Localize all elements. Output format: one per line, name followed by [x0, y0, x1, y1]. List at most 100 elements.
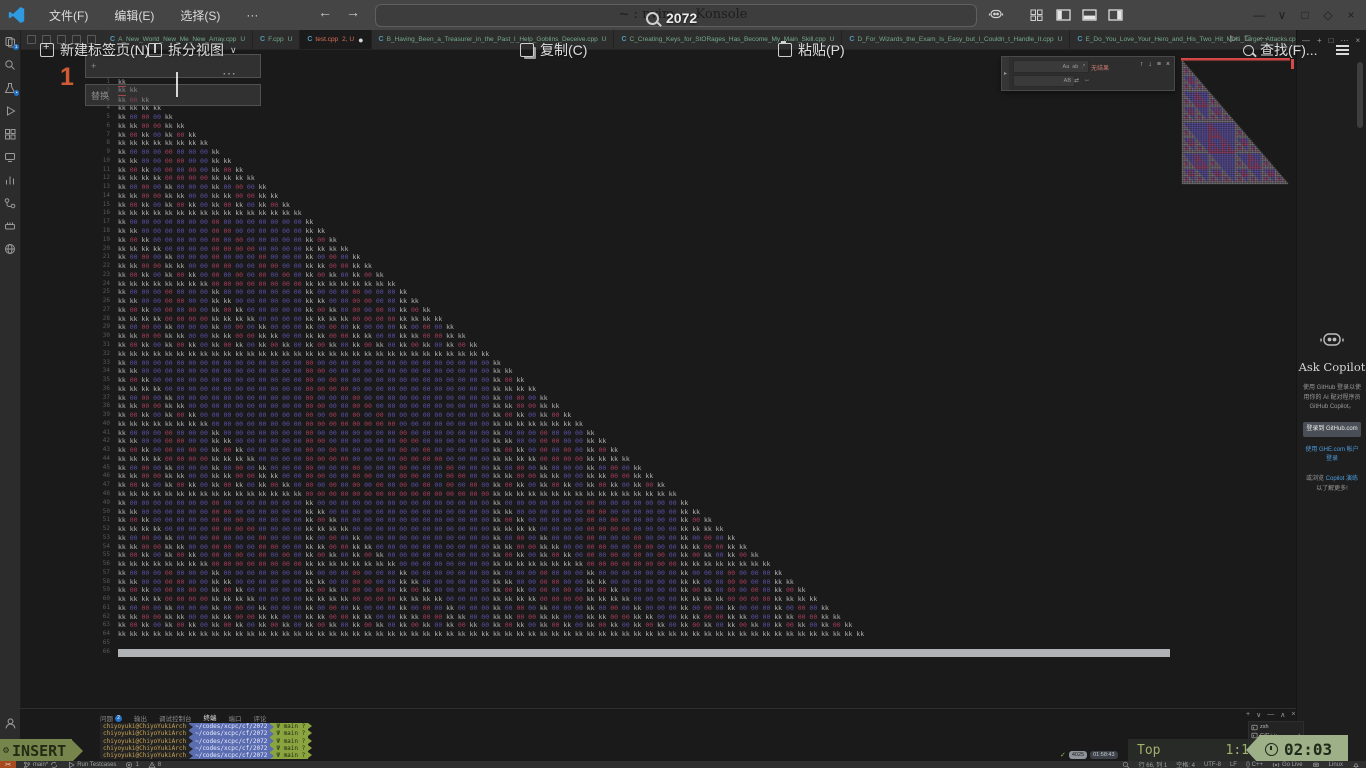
toolbar-icon[interactable] [27, 35, 36, 44]
statusbar-item-8[interactable]: 8 [148, 761, 161, 768]
regex-icon[interactable]: .* [1081, 64, 1085, 70]
minimize-button[interactable]: — [1252, 8, 1266, 22]
activity-chart-icon[interactable] [0, 168, 20, 191]
konsole-find-button[interactable]: 查找(F)... [1243, 40, 1318, 60]
activity-graph-icon[interactable] [0, 191, 20, 214]
statusbar-item[interactable] [1122, 761, 1130, 768]
konsole-copy-button[interactable]: 复制(C) [520, 40, 587, 60]
terminal-action-icon[interactable]: + [1246, 711, 1250, 719]
terminal-list-item[interactable]: zsh [1251, 723, 1301, 732]
statusbar-item[interactable] [1312, 761, 1320, 768]
menu-item[interactable]: 编辑(E) [101, 7, 167, 24]
restore-button[interactable]: □ [1298, 8, 1312, 22]
find-in-selection-button[interactable]: ≡ [1157, 61, 1161, 68]
shade-button[interactable]: ∨ [1275, 8, 1289, 22]
terminal-output[interactable]: chiyoyuki@ChiyoYukiArch~/codes/xcpc/cf/2… [100, 723, 312, 759]
terminal-action-icon[interactable]: × [1291, 711, 1295, 719]
editor-tab[interactable]: CF.cppU [253, 30, 300, 49]
konsole-menu-button[interactable] [1336, 40, 1349, 60]
overlay-replace-box[interactable]: 替换 [85, 84, 261, 106]
panel-tab-调试控制台[interactable]: 调试控制台 [159, 713, 192, 723]
activity-container-icon[interactable] [0, 214, 20, 237]
statusbar-item-LF[interactable]: LF [1230, 762, 1237, 768]
nav-forward-button[interactable]: → [346, 4, 360, 20]
minimap[interactable] [1181, 58, 1290, 185]
editor-tab[interactable]: Ctest.cpp2, U● [300, 30, 371, 49]
find-toggle-replace[interactable]: ▸ [1002, 57, 1009, 90]
panel-tab-端口[interactable]: 端口 [229, 713, 242, 723]
editor-area[interactable]: + 替换 1 ⋯ ▸ Aa ab .* 无结果 ↑ ↓ ≡ × AB ⇄ ↔ 1… [20, 49, 1296, 708]
code-lines[interactable]: 1kk2kkkk3kk00kk4kkkkkkkk5kk000000kk6kkkk… [88, 78, 868, 657]
konsole-paste-button[interactable]: 粘贴(P) [778, 40, 845, 60]
konsole-split-view-button[interactable]: 拆分视图∨ [148, 40, 237, 60]
whole-word-icon[interactable]: ab [1072, 64, 1078, 70]
replace-button[interactable]: ⇄ [1074, 77, 1079, 84]
terminal-action-icon[interactable]: ∧ [1280, 711, 1285, 719]
statusbar-item-{} C++[interactable]: {} C++ [1246, 762, 1263, 768]
activity-explorer-icon[interactable]: 1 [0, 30, 20, 53]
statusbar-item-label: 行 66, 列 1 [1139, 760, 1168, 768]
editor-tab[interactable]: CD_For_Wizards_the_Exam_Is_Easy_but_I_Co… [842, 30, 1070, 49]
statusbar-item-1[interactable]: 1 [125, 761, 138, 768]
activity-search-icon[interactable] [0, 53, 20, 76]
statusbar-item-main*[interactable]: main* [23, 761, 58, 768]
panel-tab-问题[interactable]: 问题2 [100, 713, 122, 723]
statusbar-item[interactable] [1352, 761, 1360, 768]
activity-globe-icon[interactable] [0, 237, 20, 260]
konsole-new-tab-button[interactable]: 新建标签页(N) [40, 40, 149, 60]
statusbar-item-UTF-8[interactable]: UTF-8 [1204, 762, 1221, 768]
find-next-button[interactable]: ↓ [1148, 61, 1152, 68]
close-button[interactable]: × [1344, 8, 1358, 22]
toggle-panel-icon[interactable] [1082, 8, 1097, 26]
activity-run-debug-icon[interactable] [0, 99, 20, 122]
code-token: 00 [188, 613, 196, 622]
replace-all-button[interactable]: ↔ [1084, 77, 1090, 84]
find-input[interactable]: Aa ab .* [1013, 60, 1089, 73]
menu-item[interactable]: 文件(F) [36, 7, 101, 24]
editor-action-icon[interactable]: ▷ [1230, 33, 1237, 44]
preserve-case-icon[interactable]: AB [1064, 78, 1071, 84]
statusbar-item-Linux[interactable]: Linux [1329, 762, 1343, 768]
find-close-button[interactable]: × [1166, 61, 1170, 68]
panel-tab-输出[interactable]: 输出 [134, 713, 147, 723]
replace-input[interactable]: AB [1013, 75, 1075, 87]
customize-layout-icon[interactable] [1030, 8, 1043, 26]
activity-testing-icon[interactable]: • [0, 76, 20, 99]
nav-back-button[interactable]: ← [318, 4, 332, 20]
code-token: kk [141, 139, 149, 148]
terminal-action-icon[interactable]: ∨ [1256, 711, 1261, 719]
maximize-button[interactable]: ◇ [1321, 8, 1335, 22]
sidebar-action-icon[interactable]: × [1356, 36, 1361, 45]
terminal-action-icon[interactable]: — [1267, 711, 1274, 719]
panel-tab-评论[interactable]: 评论 [254, 713, 267, 723]
sidebar-action-icon[interactable]: □ [1329, 36, 1334, 45]
activity-extensions-icon[interactable] [0, 122, 20, 145]
sidebar-scrollbar[interactable] [1357, 62, 1363, 128]
match-case-icon[interactable]: Aa [1062, 64, 1069, 70]
activity-remote-icon[interactable] [0, 145, 20, 168]
walkthrough-link[interactable]: Copilot 演练 [1326, 476, 1358, 482]
activity-account-icon[interactable] [0, 712, 20, 735]
menu-item[interactable]: ··· [233, 8, 271, 22]
github-signin-button[interactable]: 登录到 GitHub.com [1303, 422, 1361, 437]
code-token: 00 [177, 218, 185, 227]
copilot-titlebar-icon[interactable] [988, 8, 1004, 26]
remote-indicator[interactable]: >< [0, 761, 16, 768]
statusbar-item-Run Testcases[interactable]: Run Testcases [67, 761, 116, 768]
toggle-secondary-sidebar-icon[interactable] [1108, 8, 1123, 26]
code-token: kk [212, 437, 220, 446]
code-content: kkkk000000000000kkkk000000000000kkkk0000… [118, 297, 423, 306]
code-token: kk [505, 420, 513, 429]
panel-tab-label: 输出 [134, 713, 147, 723]
statusbar-item-行 66, 列 1[interactable]: 行 66, 列 1 [1139, 760, 1168, 768]
code-token: kk [317, 543, 325, 552]
code-token: 00 [411, 446, 419, 455]
code-token: 00 [212, 376, 220, 385]
menu-item[interactable]: 选择(S) [167, 7, 233, 24]
statusbar-item-空格: 4[interactable]: 空格: 4 [1176, 760, 1195, 768]
ghe-signin-link[interactable]: 使用 GHE.com 帐户登录 [1297, 446, 1366, 465]
find-prev-button[interactable]: ↑ [1140, 61, 1144, 68]
code-content: kk00kk00kk00kk [118, 131, 200, 140]
statusbar-item-Go Live[interactable]: Go Live [1272, 761, 1303, 768]
toggle-sidebar-icon[interactable] [1056, 8, 1071, 26]
